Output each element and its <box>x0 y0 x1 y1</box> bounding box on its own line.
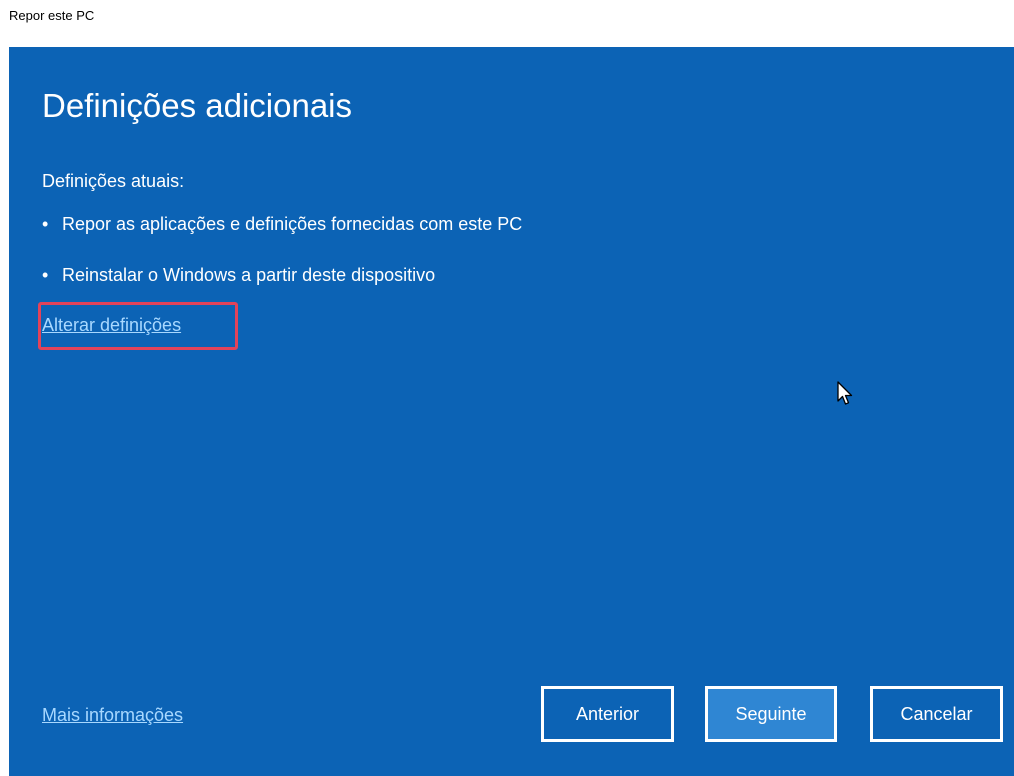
list-item: • Repor as aplicações e definições fornec… <box>42 214 522 235</box>
window-titlebar: Repor este PC <box>0 0 1014 47</box>
setting-apps-reset: Repor as aplicações e definições forneci… <box>62 214 523 234</box>
reset-pc-dialog: Definições adicionais Definições atuais:… <box>9 47 1014 776</box>
page-title: Definições adicionais <box>42 87 353 124</box>
previous-button[interactable]: Anterior <box>541 686 674 742</box>
window-title: Repor este PC <box>9 8 95 23</box>
more-info-link[interactable]: Mais informações <box>42 705 183 726</box>
next-button[interactable]: Seguinte <box>705 686 837 742</box>
current-settings-label: Definições atuais: <box>42 171 185 191</box>
bullet-marker: • <box>42 214 49 234</box>
arrow-cursor-icon <box>837 381 853 405</box>
list-item: • Reinstalar o Windows a partir deste dis… <box>42 265 435 286</box>
change-settings-link[interactable]: Alterar definições <box>42 315 181 336</box>
setting-reinstall-windows: Reinstalar o Windows a partir deste disp… <box>62 265 436 285</box>
bullet-marker: • <box>42 265 49 285</box>
cancel-button[interactable]: Cancelar <box>870 686 1003 742</box>
